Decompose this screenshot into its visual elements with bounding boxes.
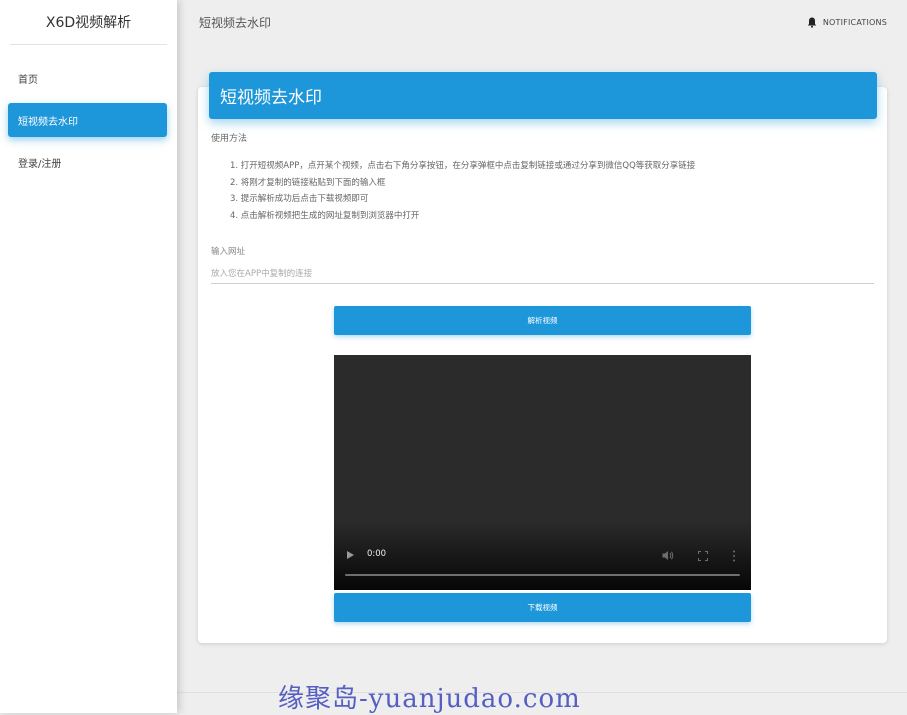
usage-step: 4. 点击解析视频把生成的网址复制到浏览器中打开 (230, 210, 420, 221)
sidebar-nav: 首页 短视频去水印 登录/注册 (0, 45, 177, 179)
card-header: 短视频去水印 (209, 72, 877, 119)
play-icon[interactable] (347, 551, 354, 559)
sidebar-item-home[interactable]: 首页 (8, 61, 167, 95)
video-progress-bar[interactable] (345, 574, 740, 576)
usage-step: 2. 将刚才复制的链接粘贴到下面的输入框 (230, 177, 386, 188)
bell-icon (807, 17, 817, 28)
watermark-text: 缘聚岛-yuanjudao.com (278, 684, 581, 714)
usage-steps: 1. 打开短视频APP，点开某个视频，点击右下角分享按钮，在分享弹框中点击复制链… (230, 158, 695, 224)
more-options-icon[interactable] (732, 550, 736, 562)
usage-step: 3. 提示解析成功后点击下载视频即可 (230, 194, 369, 204)
topbar: 短视频去水印 NOTIFICATIONS (177, 0, 907, 44)
volume-icon[interactable] (662, 550, 674, 561)
video-player[interactable]: 0:00 (334, 355, 751, 590)
url-input-label: 输入网址 (211, 247, 246, 257)
notifications-label: NOTIFICATIONS (822, 17, 887, 27)
brand-logo[interactable]: X6D视频解析 (10, 0, 167, 45)
sidebar-item-watermark-removal[interactable]: 短视频去水印 (8, 103, 167, 137)
usage-title: 使用方法 (211, 134, 248, 144)
sidebar-item-login-register[interactable]: 登录/注册 (8, 145, 167, 179)
url-input[interactable] (211, 264, 874, 284)
usage-step: 1. 打开短视频APP，点开某个视频，点击右下角分享按钮，在分享弹框中点击复制链… (230, 161, 696, 171)
fullscreen-icon[interactable] (698, 551, 708, 561)
page-title: 短视频去水印 (199, 15, 272, 30)
sidebar: X6D视频解析 首页 短视频去水印 登录/注册 (0, 0, 177, 713)
video-time: 0:00 (367, 549, 387, 559)
video-controls: 0:00 (334, 548, 751, 564)
parse-video-button[interactable]: 解析视频 (334, 306, 751, 335)
download-video-button[interactable]: 下载视频 (334, 593, 751, 622)
notifications-button[interactable]: NOTIFICATIONS (807, 17, 887, 28)
